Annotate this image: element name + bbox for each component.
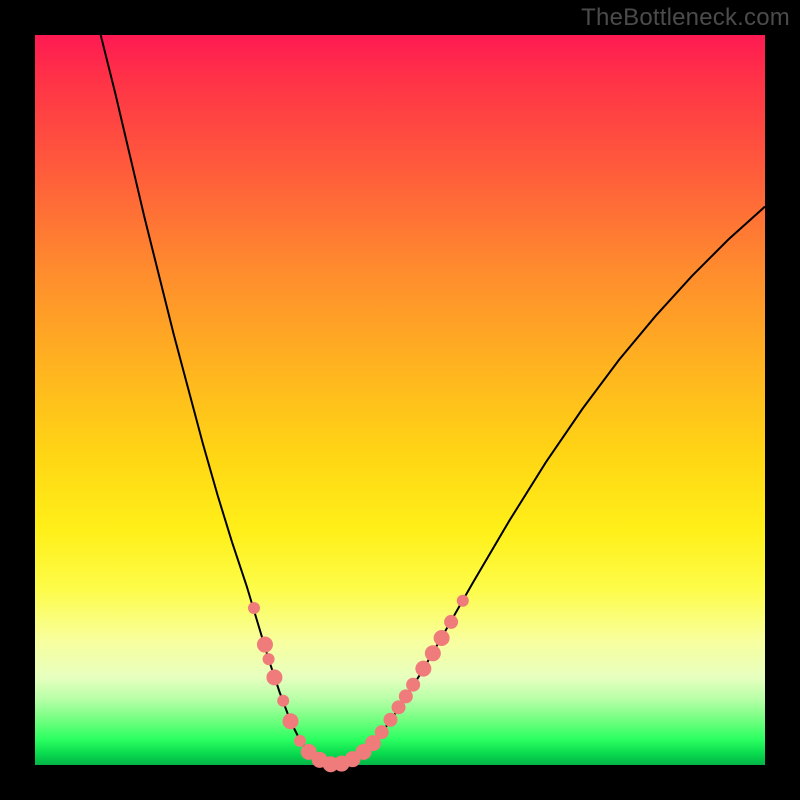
marker-point xyxy=(266,669,282,685)
marker-point xyxy=(257,637,273,653)
plot-area xyxy=(35,35,765,765)
marker-point xyxy=(248,602,260,614)
marker-point xyxy=(457,595,469,607)
watermark-label: TheBottleneck.com xyxy=(581,4,790,32)
marker-point xyxy=(375,725,389,739)
chart-frame: TheBottleneck.com xyxy=(0,0,800,800)
marker-point xyxy=(406,678,420,692)
marker-point xyxy=(425,645,441,661)
marker-point xyxy=(263,653,275,665)
marker-point xyxy=(434,630,450,646)
marker-point xyxy=(415,661,431,677)
marker-point xyxy=(444,615,458,629)
marker-point xyxy=(294,735,306,747)
marker-point xyxy=(283,713,299,729)
chart-svg xyxy=(35,35,765,765)
marker-group xyxy=(248,595,469,773)
marker-point xyxy=(277,695,289,707)
right-curve xyxy=(331,207,765,765)
marker-point xyxy=(384,713,398,727)
left-curve xyxy=(101,35,331,765)
marker-point xyxy=(399,689,413,703)
